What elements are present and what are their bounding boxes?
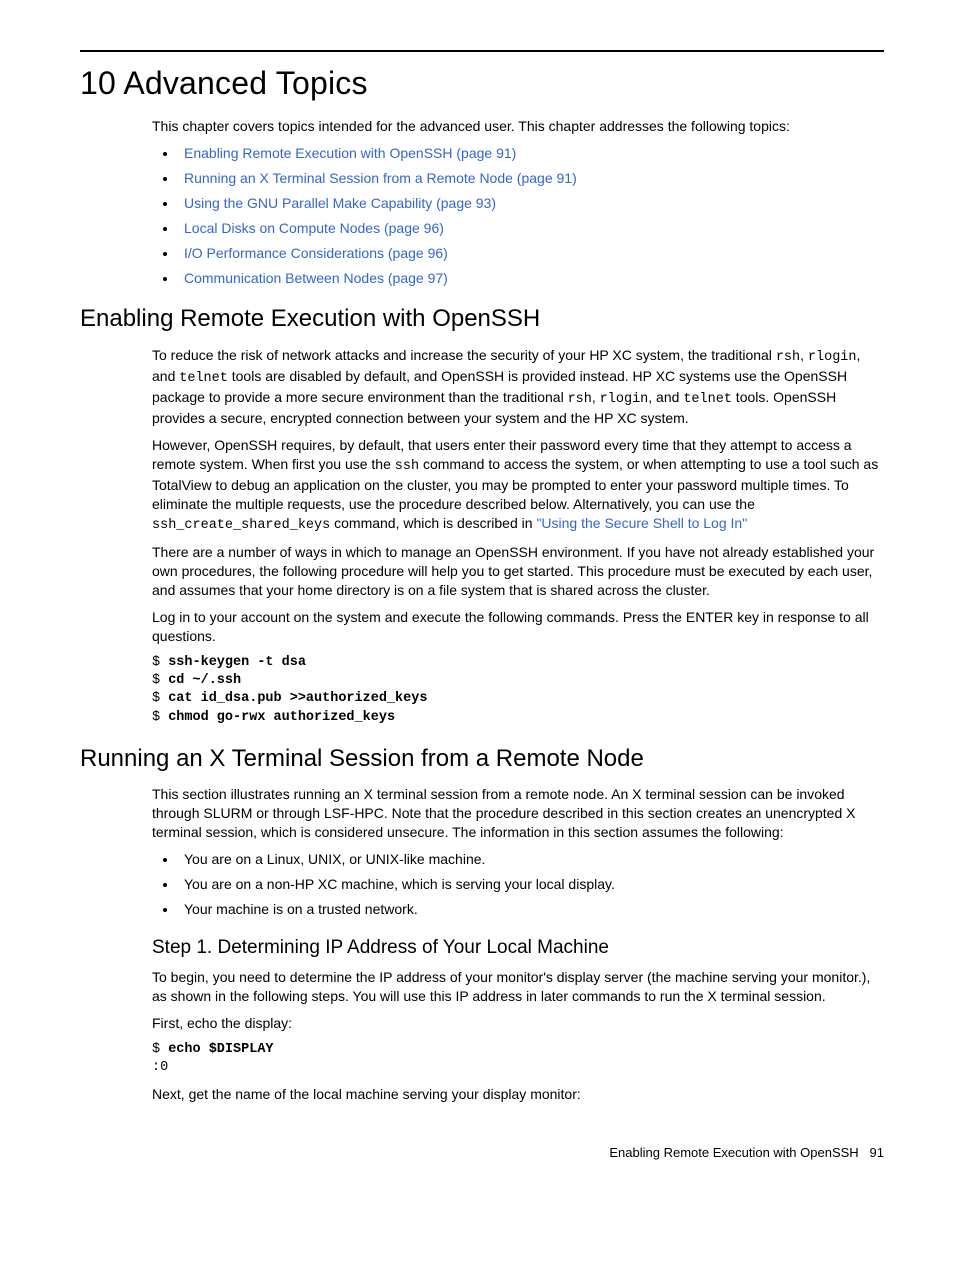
code-rlogin: rlogin [808,350,857,365]
code-ssh-create-shared-keys: ssh_create_shared_keys [152,518,330,533]
echo-display-command-block: $ echo $DISPLAY :0 [152,1041,884,1077]
toc-link[interactable]: Using the GNU Parallel Make Capability (… [184,195,496,211]
toc-item: Enabling Remote Execution with OpenSSH (… [178,144,884,163]
footer-section-title: Enabling Remote Execution with OpenSSH [609,1145,858,1160]
toc-item: Communication Between Nodes (page 97) [178,269,884,288]
step1-heading: Step 1. Determining IP Address of Your L… [152,935,884,961]
footer-page-number: 91 [870,1145,884,1160]
toc-item: Running an X Terminal Session from a Rem… [178,169,884,188]
openssh-paragraph-4: Log in to your account on the system and… [152,608,884,646]
code-telnet: telnet [179,371,228,386]
step1-paragraph-3: Next, get the name of the local machine … [152,1085,884,1104]
list-item: You are on a Linux, UNIX, or UNIX-like m… [178,850,884,869]
list-item: You are on a non-HP XC machine, which is… [178,875,884,894]
toc-item: Local Disks on Compute Nodes (page 96) [178,219,884,238]
xterm-assumptions-list: You are on a Linux, UNIX, or UNIX-like m… [152,850,884,919]
code-ssh: ssh [395,459,419,474]
section-heading-openssh: Enabling Remote Execution with OpenSSH [80,303,884,335]
toc-list: Enabling Remote Execution with OpenSSH (… [152,144,884,287]
toc-link[interactable]: Running an X Terminal Session from a Rem… [184,170,577,186]
code-telnet: telnet [683,392,732,407]
openssh-command-block: $ ssh-keygen -t dsa $ cd ~/.ssh $ cat id… [152,654,884,727]
toc-link[interactable]: I/O Performance Considerations (page 96) [184,245,448,261]
section-heading-xterminal: Running an X Terminal Session from a Rem… [80,743,884,775]
code-rsh: rsh [568,392,592,407]
top-rule [80,50,884,52]
openssh-paragraph-3: There are a number of ways in which to m… [152,543,884,600]
toc-item: Using the GNU Parallel Make Capability (… [178,194,884,213]
list-item: Your machine is on a trusted network. [178,900,884,919]
toc-item: I/O Performance Considerations (page 96) [178,244,884,263]
step1-paragraph-1: To begin, you need to determine the IP a… [152,968,884,1006]
intro-paragraph: This chapter covers topics intended for … [152,117,884,136]
page-footer: Enabling Remote Execution with OpenSSH 9… [80,1144,884,1162]
toc-link[interactable]: Local Disks on Compute Nodes (page 96) [184,220,444,236]
link-secure-shell[interactable]: "Using the Secure Shell to Log In" [536,515,747,531]
chapter-title: 10 Advanced Topics [80,62,884,105]
toc-link[interactable]: Communication Between Nodes (page 97) [184,270,448,286]
step1-paragraph-2: First, echo the display: [152,1014,884,1033]
openssh-paragraph-2: However, OpenSSH requires, by default, t… [152,436,884,535]
xterm-paragraph-1: This section illustrates running an X te… [152,785,884,842]
code-rlogin: rlogin [600,392,649,407]
toc-link[interactable]: Enabling Remote Execution with OpenSSH (… [184,145,516,161]
openssh-paragraph-1: To reduce the risk of network attacks an… [152,346,884,429]
code-rsh: rsh [776,350,800,365]
